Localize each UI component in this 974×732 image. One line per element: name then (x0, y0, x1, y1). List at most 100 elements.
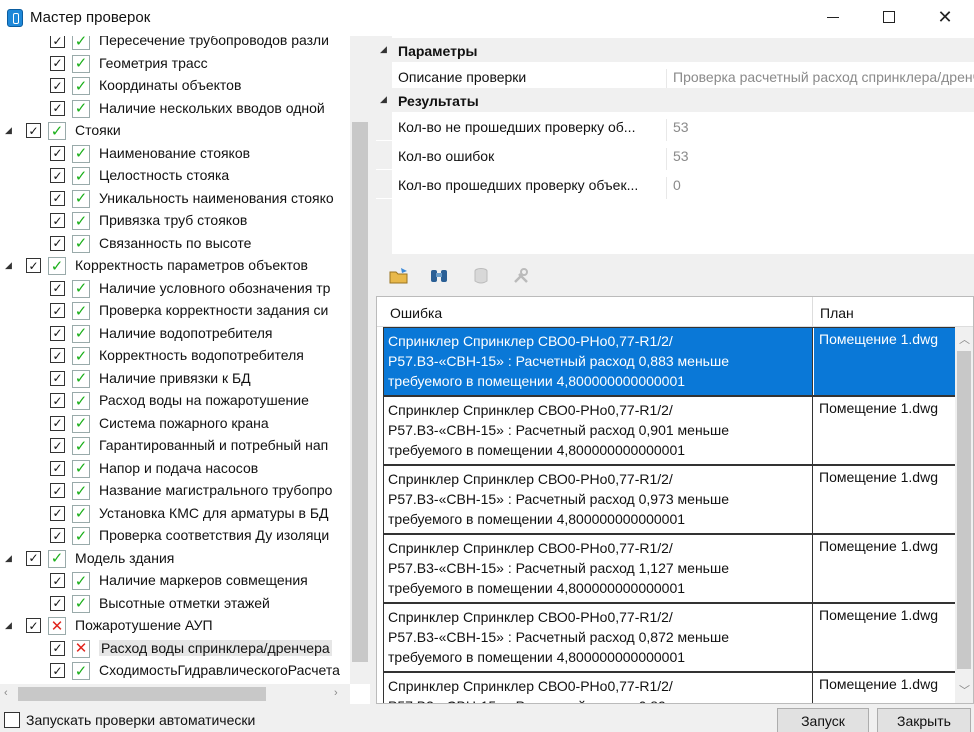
open-folder-button[interactable] (388, 265, 410, 287)
tree-item[interactable]: ✓ ✓ Наличие условного обозначения тр (0, 278, 350, 301)
category-params[interactable]: ◢ Параметры (376, 38, 974, 62)
error-cell[interactable]: Спринклер Спринклер СВО0-РНо0,77-R1/2/P5… (384, 604, 813, 671)
tree-item[interactable]: ✓ ✓ Расход воды на пожаротушение (0, 390, 350, 413)
scroll-up-icon[interactable]: ︿ (959, 331, 970, 347)
tree-item[interactable]: ✓ ✓ Целостность стояка (0, 165, 350, 188)
tree-item[interactable]: ✓ ✓ Связанность по высоте (0, 233, 350, 256)
grid-row[interactable]: Спринклер Спринклер СВО0-РНо0,77-R1/2/P5… (383, 603, 957, 672)
collapse-icon[interactable]: ◢ (380, 94, 387, 105)
error-cell[interactable]: Спринклер Спринклер СВО0-РНо0,77-R1/2/P5… (384, 466, 813, 533)
grid-row[interactable]: Спринклер Спринклер СВО0-РНо0,77-R1/2/P5… (383, 672, 957, 703)
tree-item[interactable]: ✓ ✓ Наименование стояков (0, 143, 350, 166)
tree-item-checkbox[interactable]: ✓ (50, 370, 65, 386)
tree-item[interactable]: ✓ ✓ Привязка труб стояков (0, 210, 350, 233)
tree-item[interactable]: ◢ ✓ ✕ Пожаротушение АУП (0, 615, 350, 638)
tree-item-checkbox[interactable]: ✓ (50, 528, 65, 543)
tree-horizontal-scrollbar[interactable]: ‹ › (0, 684, 350, 704)
tree-item-checkbox[interactable]: ✓ (50, 438, 65, 453)
tree-item-checkbox[interactable]: ✓ (50, 303, 65, 318)
grid-vertical-scroll-thumb[interactable] (957, 351, 971, 669)
tree-item-checkbox[interactable]: ✓ (50, 168, 65, 183)
tree-item[interactable]: ◢ ✓ ✓ Корректность параметров объектов (0, 255, 350, 278)
minimize-button[interactable] (810, 0, 856, 34)
grid-row[interactable]: Спринклер Спринклер СВО0-РНо0,77-R1/2/P5… (383, 465, 957, 534)
tree-item-checkbox[interactable]: ✓ (50, 100, 65, 116)
tree-item[interactable]: ✓ ✓ Проверка корректности задания си (0, 300, 350, 323)
database-button[interactable] (470, 265, 492, 287)
property-value[interactable]: 53 (666, 119, 974, 141)
tree-item-checkbox[interactable]: ✓ (26, 123, 41, 138)
plan-cell[interactable]: Помещение 1.dwg (814, 535, 957, 602)
expand-collapse-icon[interactable]: ◢ (5, 553, 12, 564)
tree-item[interactable]: ✓ ✓ Наличие привязки к БД (0, 368, 350, 391)
tree-item[interactable]: ✓ ✓ Напор и подача насосов (0, 458, 350, 481)
tree-item[interactable]: ✓ ✓ Гарантированный и потребный нап (0, 435, 350, 458)
tree-item-checkbox[interactable]: ✓ (50, 595, 65, 611)
tree-item-checkbox[interactable]: ✓ (50, 145, 65, 161)
tree-item[interactable]: ✓ ✓ Наличие нескольких вводов одной (0, 98, 350, 121)
category-results[interactable]: ◢ Результаты (376, 88, 974, 112)
run-button[interactable]: Запуск (777, 708, 869, 732)
plan-cell[interactable]: Помещение 1.dwg (814, 604, 957, 671)
maximize-button[interactable] (866, 0, 912, 34)
tree-item-checkbox[interactable]: ✓ (50, 640, 65, 656)
scroll-left-icon[interactable]: ‹ (4, 687, 8, 699)
tree-item-checkbox[interactable]: ✓ (26, 258, 41, 273)
tree-item[interactable]: ✓ ✓ Геометрия трасс (0, 53, 350, 76)
tree-item[interactable]: ✓ ✓ Уникальность наименования стояко (0, 188, 350, 211)
tree-item[interactable]: ✓ ✕ Расход воды спринклера/дренчера (0, 638, 350, 661)
tree-item-checkbox[interactable]: ✓ (50, 36, 65, 48)
tree-item[interactable]: ✓ ✓ Координаты объектов (0, 75, 350, 98)
column-header-plan[interactable]: План (820, 305, 854, 321)
property-row-passed[interactable]: Кол-во прошедших проверку объек... 0 (376, 170, 974, 199)
tree-item[interactable]: ✓ ✓ Название магистрального трубопро (0, 480, 350, 503)
property-row-failed[interactable]: Кол-во не прошедших проверку об... 53 (376, 112, 974, 141)
column-header-error[interactable]: Ошибка (390, 305, 442, 321)
tree-item[interactable]: ✓ ✓ Наличие маркеров совмещения (0, 570, 350, 593)
tree-item[interactable]: ✓ ✓ Пересечение трубопроводов разли (0, 36, 350, 53)
close-button[interactable]: Закрыть (877, 708, 971, 732)
tree-item-checkbox[interactable]: ✓ (50, 483, 65, 498)
property-value[interactable]: 53 (666, 148, 974, 170)
fix-button[interactable] (510, 265, 532, 287)
plan-cell[interactable]: Помещение 1.dwg (814, 397, 957, 464)
tree-item-checkbox[interactable]: ✓ (50, 393, 65, 408)
tree-item-checkbox[interactable]: ✓ (50, 663, 65, 678)
tree-item[interactable]: ✓ ✓ СходимостьГидравлическогоРасчета (0, 660, 350, 683)
error-cell[interactable]: Спринклер Спринклер СВО0-РНо0,77-R1/2/P5… (384, 535, 813, 602)
column-separator[interactable] (812, 297, 813, 327)
tree-item-checkbox[interactable]: ✓ (26, 550, 41, 566)
tree-item-checkbox[interactable]: ✓ (50, 325, 65, 341)
tree-item[interactable]: ◢ ✓ ✓ Стояки (0, 120, 350, 143)
property-value[interactable]: 0 (666, 177, 974, 199)
auto-run-label[interactable]: Запускать проверки автоматически (26, 712, 255, 728)
tree-item-checkbox[interactable]: ✓ (50, 213, 65, 228)
tree-item-checkbox[interactable]: ✓ (50, 55, 65, 71)
plan-cell[interactable]: Помещение 1.dwg (814, 673, 957, 703)
tree-vertical-scroll-thumb[interactable] (352, 122, 368, 662)
tree-item[interactable]: ◢ ✓ ✓ Модель здания (0, 548, 350, 571)
property-row-description[interactable]: Описание проверки Проверка расчетный рас… (376, 62, 974, 91)
tree-item[interactable]: ✓ ✓ Наличие водопотребителя (0, 323, 350, 346)
tree-item-checkbox[interactable]: ✓ (50, 505, 65, 521)
scroll-right-icon[interactable]: › (334, 687, 338, 699)
tree-item[interactable]: ✓ ✓ Проверка соответствия Ду изоляци (0, 525, 350, 548)
collapse-icon[interactable]: ◢ (380, 44, 387, 55)
grid-vertical-scrollbar[interactable]: ︿ ﹀ (955, 327, 973, 703)
tree-item[interactable]: ✓ ✓ Система пожарного крана (0, 413, 350, 436)
error-cell[interactable]: Спринклер Спринклер СВО0-РНо0,77-R1/2/P5… (384, 328, 813, 395)
expand-collapse-icon[interactable]: ◢ (5, 620, 12, 631)
auto-run-checkbox[interactable] (4, 712, 20, 728)
find-button[interactable] (428, 265, 450, 287)
grid-row[interactable]: Спринклер Спринклер СВО0-РНо0,77-R1/2/P5… (383, 327, 957, 396)
tree-item-checkbox[interactable]: ✓ (50, 235, 65, 251)
tree-item[interactable]: ✓ ✓ Высотные отметки этажей (0, 593, 350, 616)
expand-collapse-icon[interactable]: ◢ (5, 260, 12, 271)
plan-cell[interactable]: Помещение 1.dwg (814, 466, 957, 533)
property-row-errors[interactable]: Кол-во ошибок 53 (376, 141, 974, 170)
tree-item-checkbox[interactable]: ✓ (50, 78, 65, 93)
expand-collapse-icon[interactable]: ◢ (5, 125, 12, 136)
close-window-button[interactable]: ✕ (922, 0, 968, 34)
tree-item[interactable]: ✓ ✓ Установка КМС для арматуры в БД (0, 503, 350, 526)
tree-item-checkbox[interactable]: ✓ (26, 618, 41, 633)
